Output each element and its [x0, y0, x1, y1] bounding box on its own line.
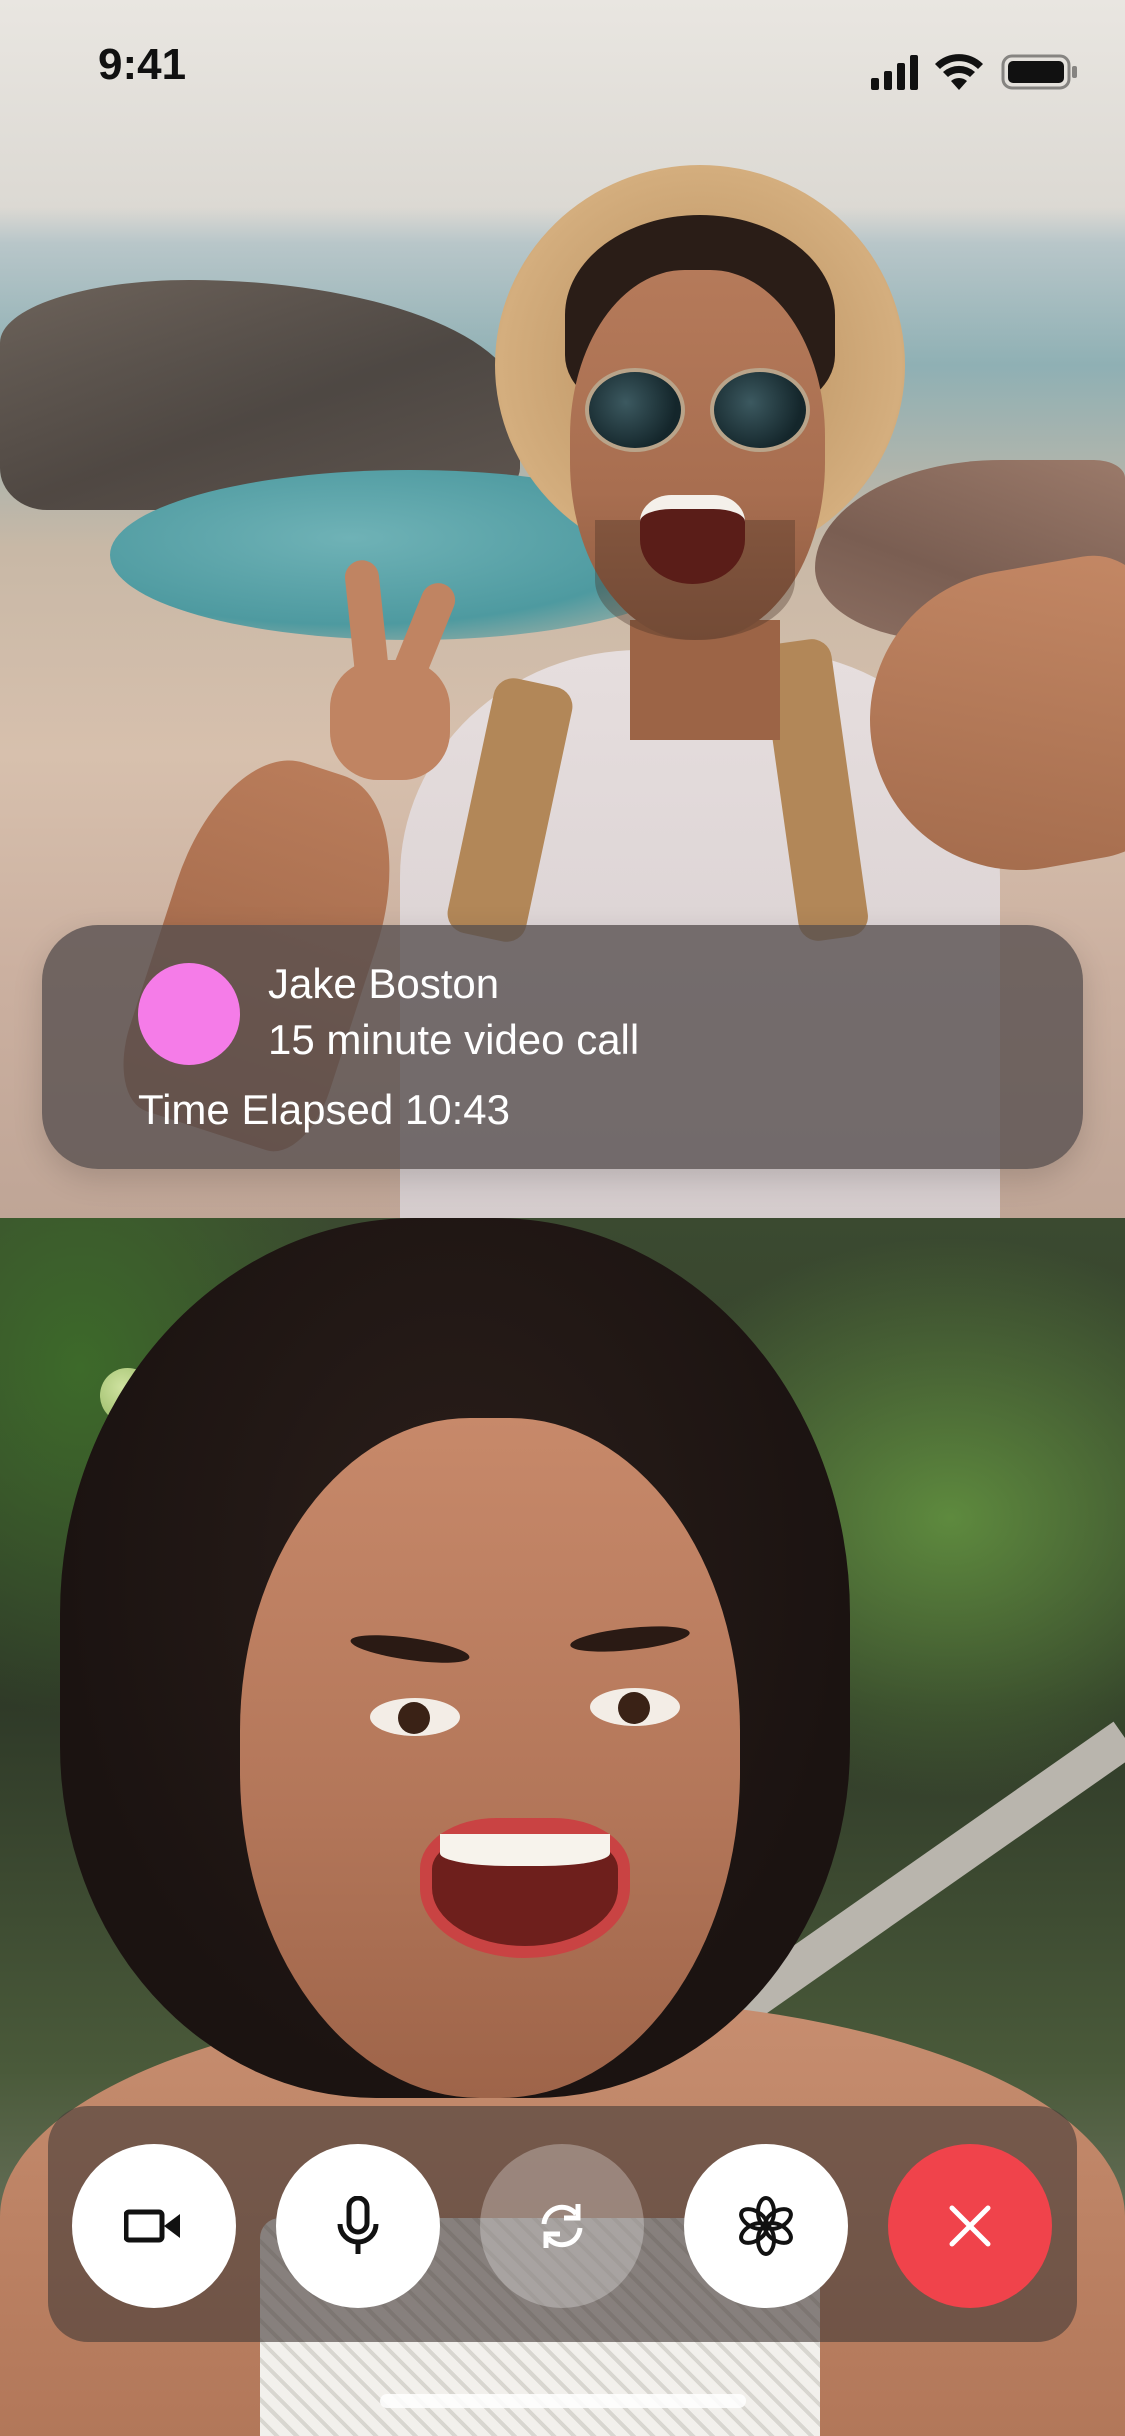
- home-indicator[interactable]: [380, 2394, 746, 2408]
- camera-toggle-button[interactable]: [72, 2144, 236, 2308]
- time-elapsed: Time Elapsed 10:43: [138, 1086, 510, 1133]
- flower-icon: [739, 2196, 793, 2256]
- caller-avatar[interactable]: [138, 963, 240, 1065]
- microphone-icon: [337, 2196, 379, 2254]
- local-participant-face: [240, 1418, 740, 2098]
- microphone-toggle-button[interactable]: [276, 2144, 440, 2308]
- wifi-icon: [935, 54, 983, 90]
- battery-icon: [1001, 54, 1077, 90]
- status-icons: [871, 54, 1077, 90]
- switch-camera-button[interactable]: [480, 2144, 644, 2308]
- call-info-card: Jake Boston 15 minute video call Time El…: [42, 925, 1083, 1169]
- cellular-signal-icon: [871, 55, 918, 90]
- call-control-bar: [48, 2106, 1077, 2342]
- status-time: 9:41: [98, 40, 187, 89]
- video-camera-icon: [124, 2209, 180, 2243]
- end-call-button[interactable]: [888, 2144, 1052, 2308]
- status-bar: 9:41: [0, 0, 1125, 132]
- call-type: 15 minute video call: [268, 1016, 640, 1063]
- caller-name: Jake Boston: [268, 960, 500, 1007]
- rotate-camera-icon: [541, 2204, 583, 2248]
- effects-button[interactable]: [684, 2144, 848, 2308]
- close-icon: [949, 2205, 991, 2247]
